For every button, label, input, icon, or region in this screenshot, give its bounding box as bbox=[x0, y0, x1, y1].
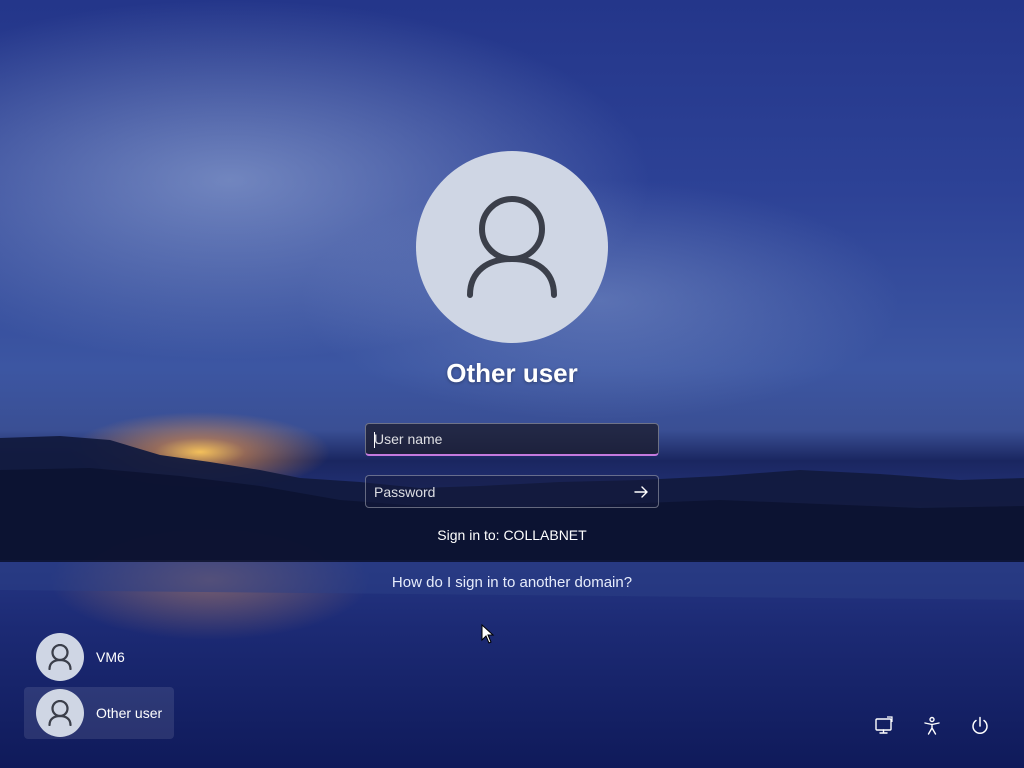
user-tile-vm6[interactable]: VM6 bbox=[24, 631, 174, 683]
power-icon bbox=[972, 716, 988, 734]
selected-user-avatar bbox=[416, 151, 608, 343]
accessibility-button[interactable] bbox=[920, 714, 944, 738]
text-caret bbox=[374, 432, 375, 448]
user-avatar bbox=[36, 633, 84, 681]
mouse-pointer-icon bbox=[481, 624, 495, 644]
other-domain-help-link[interactable]: How do I sign in to another domain? bbox=[312, 574, 712, 591]
network-icon bbox=[875, 716, 893, 734]
sign-in-domain-text: Sign in to: COLLABNET bbox=[437, 527, 587, 543]
user-avatar-icon bbox=[48, 700, 72, 726]
selected-user-name: Other user bbox=[446, 358, 578, 388]
username-input[interactable] bbox=[366, 424, 658, 454]
user-avatar-icon bbox=[48, 644, 72, 670]
username-field-wrapper bbox=[365, 423, 659, 456]
submit-arrow-icon[interactable] bbox=[632, 483, 650, 501]
user-tile-other-user[interactable]: Other user bbox=[24, 687, 174, 739]
user-avatar bbox=[36, 689, 84, 737]
password-input[interactable] bbox=[366, 476, 658, 507]
network-button[interactable] bbox=[872, 714, 896, 738]
lock-screen: Other user Sign in to: COLLABNET How do … bbox=[0, 0, 1024, 768]
user-avatar-icon bbox=[467, 196, 557, 298]
power-button[interactable] bbox=[968, 714, 992, 738]
accessibility-icon bbox=[924, 716, 940, 735]
user-tile-label: Other user bbox=[96, 705, 163, 721]
password-field-wrapper bbox=[365, 475, 659, 508]
user-tile-label: VM6 bbox=[96, 649, 125, 665]
